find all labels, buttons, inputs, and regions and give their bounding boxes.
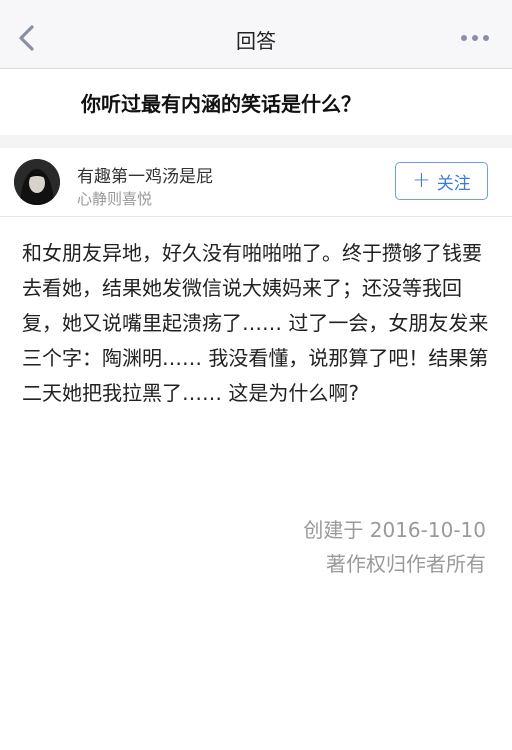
author-bio: 心静则喜悦 bbox=[77, 190, 153, 208]
author-row: 有趣第一鸡汤是屁 心静则喜悦 + 关注 bbox=[0, 148, 512, 217]
status-bar bbox=[0, 0, 512, 8]
page-title: 回答 bbox=[236, 29, 276, 53]
question-title[interactable]: 你听过最有内涵的笑话是什么？ bbox=[81, 88, 361, 117]
more-dots-icon[interactable] bbox=[460, 34, 490, 42]
copyright-notice: 著作权归作者所有 bbox=[326, 552, 486, 576]
created-date: 创建于 2016-10-10 bbox=[303, 518, 486, 542]
question-header[interactable]: 你听过最有内涵的笑话是什么？ bbox=[0, 69, 512, 135]
answer-paragraph: 和女朋友异地，好久没有啪啪啪了。终于攒够了钱要去看她，结果她发微信说大姨妈来了；… bbox=[22, 241, 489, 405]
plus-icon: + bbox=[412, 168, 431, 193]
author-name[interactable]: 有趣第一鸡汤是屁 bbox=[77, 162, 213, 187]
follow-button[interactable]: + 关注 bbox=[395, 162, 488, 200]
avatar[interactable] bbox=[14, 159, 60, 205]
follow-label: 关注 bbox=[436, 173, 471, 194]
avatar-portrait-icon bbox=[14, 159, 60, 205]
answer-meta: 创建于 2016-10-10 著作权归作者所有 bbox=[303, 513, 486, 581]
answer-body: 和女朋友异地，好久没有啪啪啪了。终于攒够了钱要去看她，结果她发微信说大姨妈来了；… bbox=[22, 236, 492, 411]
nav-bar: 回答 bbox=[0, 8, 512, 69]
answer-card: 有趣第一鸡汤是屁 心静则喜悦 + 关注 和女朋友异地，好久没有啪啪啪了。终于攒够… bbox=[0, 148, 512, 750]
